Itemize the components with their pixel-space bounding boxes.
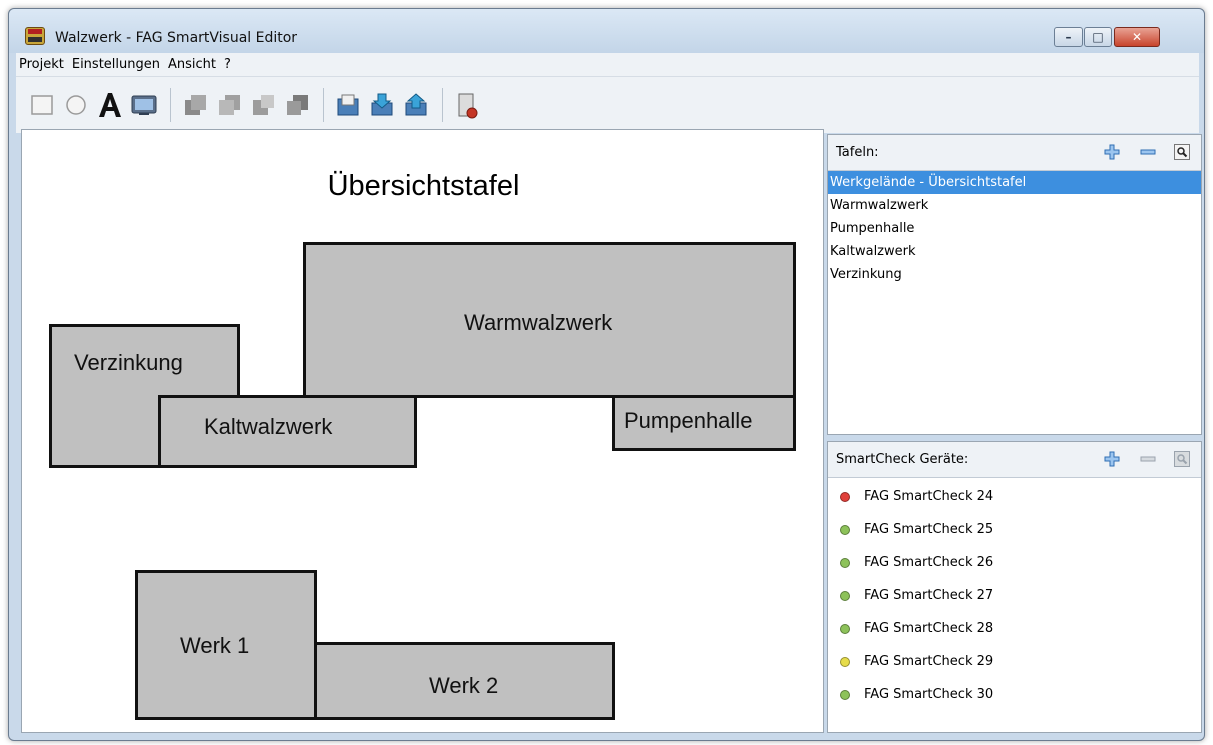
text-tool-button[interactable] bbox=[94, 89, 126, 121]
bring-forward-icon bbox=[219, 95, 240, 115]
export-icon bbox=[405, 93, 427, 116]
device-item[interactable]: FAG SmartCheck 30 bbox=[828, 678, 1201, 711]
bring-forward-button[interactable] bbox=[213, 89, 245, 121]
tafel-item-pumpenhalle[interactable]: Pumpenhalle bbox=[828, 217, 1201, 240]
status-dot-icon bbox=[840, 657, 850, 667]
circle-icon bbox=[66, 95, 86, 115]
exit-icon bbox=[458, 93, 478, 119]
drawing-canvas[interactable]: Übersichtstafel Warmwalzwerk Verzinkung … bbox=[21, 129, 824, 733]
send-to-back-button[interactable] bbox=[281, 89, 313, 121]
device-item[interactable]: FAG SmartCheck 28 bbox=[828, 612, 1201, 645]
zoom-device-button[interactable] bbox=[1173, 450, 1191, 468]
device-name: FAG SmartCheck 30 bbox=[864, 687, 994, 702]
add-device-button[interactable] bbox=[1103, 450, 1121, 468]
tafeln-panel: Tafeln: Werkgelände - Übersichtstafel Wa… bbox=[827, 134, 1202, 435]
area-label-werk-2: Werk 2 bbox=[429, 673, 499, 698]
plus-icon bbox=[1104, 451, 1120, 467]
menu-projekt[interactable]: Projekt bbox=[19, 57, 64, 72]
device-name: FAG SmartCheck 25 bbox=[864, 522, 994, 537]
maximize-icon: □ bbox=[1092, 30, 1104, 44]
menu-bar: Projekt Einstellungen Ansicht ? bbox=[16, 53, 1199, 77]
toolbar-separator bbox=[170, 88, 171, 122]
window-title: Walzwerk - FAG SmartVisual Editor bbox=[55, 30, 298, 46]
bring-to-front-icon bbox=[185, 95, 206, 115]
minimize-icon: – bbox=[1065, 30, 1072, 44]
remove-device-button[interactable] bbox=[1139, 450, 1157, 468]
smartcheck-label: SmartCheck Geräte: bbox=[836, 452, 969, 467]
status-dot-icon bbox=[840, 558, 850, 568]
circle-tool-button[interactable] bbox=[60, 89, 92, 121]
magnifier-icon bbox=[1174, 144, 1190, 160]
canvas-title[interactable]: Übersichtstafel bbox=[22, 170, 825, 203]
remove-tafel-button[interactable] bbox=[1139, 143, 1157, 161]
bring-to-front-button[interactable] bbox=[179, 89, 211, 121]
device-name: FAG SmartCheck 28 bbox=[864, 621, 994, 636]
toolbar-separator bbox=[442, 88, 443, 122]
send-to-back-icon bbox=[287, 95, 308, 115]
import-icon bbox=[371, 93, 393, 116]
magnifier-icon bbox=[1174, 451, 1190, 467]
area-label-werk-1: Werk 1 bbox=[180, 633, 250, 658]
tafeln-list: Werkgelände - Übersichtstafel Warmwalzwe… bbox=[828, 171, 1201, 286]
tafeln-label: Tafeln: bbox=[836, 145, 879, 160]
image-tool-button[interactable] bbox=[128, 89, 160, 121]
text-icon bbox=[99, 93, 121, 117]
title-bar[interactable]: Walzwerk - FAG SmartVisual Editor – □ ✕ bbox=[9, 9, 1204, 53]
status-dot-icon bbox=[840, 591, 850, 601]
close-button[interactable]: ✕ bbox=[1114, 27, 1160, 47]
area-label-kaltwalzwerk: Kaltwalzwerk bbox=[204, 414, 333, 439]
device-item[interactable]: FAG SmartCheck 25 bbox=[828, 513, 1201, 546]
add-tafel-button[interactable] bbox=[1103, 143, 1121, 161]
send-backward-icon bbox=[253, 95, 274, 115]
rectangle-icon bbox=[31, 95, 53, 115]
device-name: FAG SmartCheck 24 bbox=[864, 489, 994, 504]
menu-ansicht[interactable]: Ansicht bbox=[168, 57, 216, 72]
toolbar-separator bbox=[323, 88, 324, 122]
status-dot-icon bbox=[840, 624, 850, 634]
open-icon bbox=[337, 94, 359, 116]
app-icon bbox=[25, 27, 45, 45]
minus-icon bbox=[1140, 456, 1156, 462]
maximize-button[interactable]: □ bbox=[1084, 27, 1112, 47]
send-backward-button[interactable] bbox=[247, 89, 279, 121]
device-item[interactable]: FAG SmartCheck 27 bbox=[828, 579, 1201, 612]
area-label-pumpenhalle: Pumpenhalle bbox=[624, 408, 753, 433]
status-dot-icon bbox=[840, 492, 850, 502]
import-button[interactable] bbox=[366, 89, 398, 121]
status-dot-icon bbox=[840, 525, 850, 535]
smartcheck-header: SmartCheck Geräte: bbox=[828, 442, 1201, 478]
export-button[interactable] bbox=[400, 89, 432, 121]
smartcheck-panel: SmartCheck Geräte: FAG SmartCheck 24 FAG… bbox=[827, 441, 1202, 733]
exit-button[interactable] bbox=[451, 89, 483, 121]
minus-icon bbox=[1140, 149, 1156, 155]
area-label-verzinkung: Verzinkung bbox=[74, 350, 183, 375]
tafel-item-werkgelaende[interactable]: Werkgelände - Übersichtstafel bbox=[828, 171, 1201, 194]
image-icon bbox=[131, 95, 157, 115]
rectangle-tool-button[interactable] bbox=[26, 89, 58, 121]
device-item[interactable]: FAG SmartCheck 29 bbox=[828, 645, 1201, 678]
tafeln-header: Tafeln: bbox=[828, 135, 1201, 171]
toolbar bbox=[16, 77, 1199, 133]
device-item[interactable]: FAG SmartCheck 24 bbox=[828, 480, 1201, 513]
status-dot-icon bbox=[840, 690, 850, 700]
minimize-button[interactable]: – bbox=[1054, 27, 1083, 47]
device-name: FAG SmartCheck 27 bbox=[864, 588, 994, 603]
menu-einstellungen[interactable]: Einstellungen bbox=[72, 57, 160, 72]
close-icon: ✕ bbox=[1131, 30, 1143, 44]
device-item[interactable]: FAG SmartCheck 26 bbox=[828, 546, 1201, 579]
tafel-item-verzinkung[interactable]: Verzinkung bbox=[828, 263, 1201, 286]
tafel-item-kaltwalzwerk[interactable]: Kaltwalzwerk bbox=[828, 240, 1201, 263]
device-list: FAG SmartCheck 24 FAG SmartCheck 25 FAG … bbox=[828, 478, 1201, 711]
tafel-item-warmwalzwerk[interactable]: Warmwalzwerk bbox=[828, 194, 1201, 217]
device-name: FAG SmartCheck 26 bbox=[864, 555, 994, 570]
plus-icon bbox=[1104, 144, 1120, 160]
open-button[interactable] bbox=[332, 89, 364, 121]
menu-help[interactable]: ? bbox=[224, 57, 231, 72]
area-label-warmwalzwerk: Warmwalzwerk bbox=[464, 310, 613, 335]
zoom-tafel-button[interactable] bbox=[1173, 143, 1191, 161]
device-name: FAG SmartCheck 29 bbox=[864, 654, 994, 669]
